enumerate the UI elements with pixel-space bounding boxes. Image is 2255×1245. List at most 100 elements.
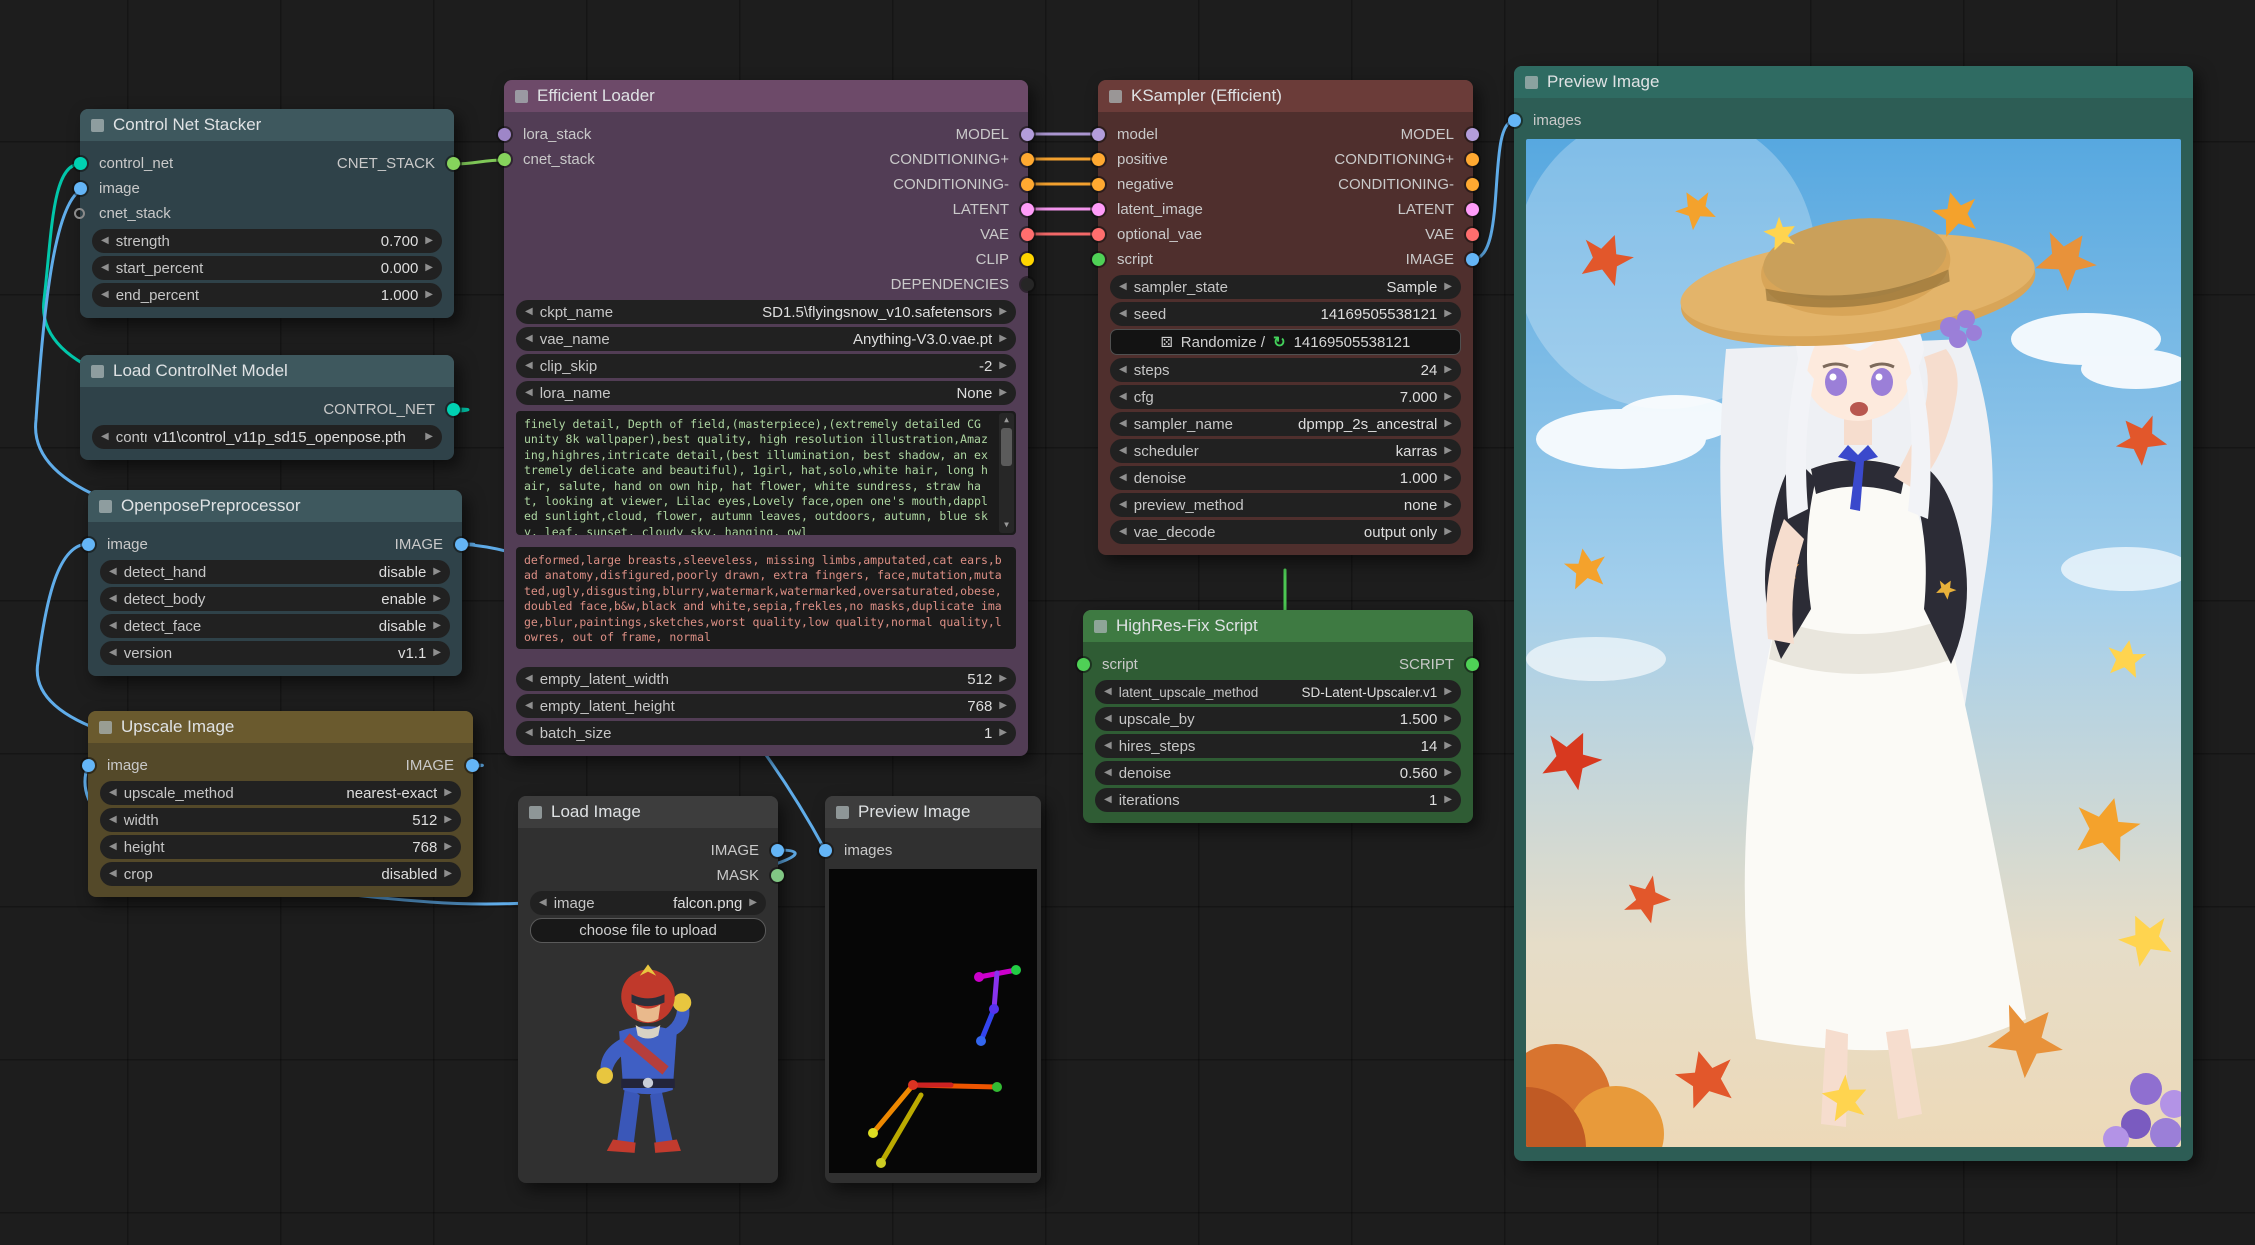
width-widget[interactable]: ◀width512▶ bbox=[100, 808, 461, 832]
empty_latent_width-widget[interactable]: ◀empty_latent_width512▶ bbox=[516, 667, 1016, 691]
collapse-icon[interactable] bbox=[1525, 76, 1538, 89]
CONDITIONING+-output-port[interactable] bbox=[1466, 153, 1479, 166]
empty_latent_height-widget[interactable]: ◀empty_latent_height768▶ bbox=[516, 694, 1016, 718]
decrement-arrow-icon[interactable]: ◀ bbox=[1119, 309, 1127, 319]
decrement-arrow-icon[interactable]: ◀ bbox=[109, 842, 117, 852]
steps-widget[interactable]: ◀steps24▶ bbox=[1110, 358, 1461, 382]
CLIP-output-port[interactable] bbox=[1021, 253, 1034, 266]
increment-arrow-icon[interactable]: ▶ bbox=[999, 388, 1007, 398]
node-highres-fix-script[interactable]: HighRes-Fix ScriptscriptSCRIPT◀latent_up… bbox=[1083, 610, 1473, 823]
node-title-bar[interactable]: Upscale Image bbox=[88, 711, 473, 743]
decrement-arrow-icon[interactable]: ◀ bbox=[525, 334, 533, 344]
decrement-arrow-icon[interactable]: ◀ bbox=[1119, 527, 1127, 537]
detect_face-widget[interactable]: ◀detect_facedisable▶ bbox=[100, 614, 450, 638]
increment-arrow-icon[interactable]: ▶ bbox=[999, 701, 1007, 711]
decrement-arrow-icon[interactable]: ◀ bbox=[1104, 768, 1112, 778]
IMAGE-output-port[interactable] bbox=[455, 538, 468, 551]
decrement-arrow-icon[interactable]: ◀ bbox=[1104, 795, 1112, 805]
increment-arrow-icon[interactable]: ▶ bbox=[433, 648, 441, 658]
cnet_stack-input-port[interactable] bbox=[74, 208, 85, 219]
decrement-arrow-icon[interactable]: ◀ bbox=[1119, 473, 1127, 483]
decrement-arrow-icon[interactable]: ◀ bbox=[109, 788, 117, 798]
node-preview-image-large[interactable]: Preview Imageimages bbox=[1514, 66, 2193, 1161]
hires_steps-widget[interactable]: ◀hires_steps14▶ bbox=[1095, 734, 1461, 758]
increment-arrow-icon[interactable]: ▶ bbox=[1444, 282, 1452, 292]
control_net-input-port[interactable] bbox=[74, 157, 87, 170]
height-widget[interactable]: ◀height768▶ bbox=[100, 835, 461, 859]
decrement-arrow-icon[interactable]: ◀ bbox=[1104, 741, 1112, 751]
CONTROL_NET-output-port[interactable] bbox=[447, 403, 460, 416]
node-efficient-loader[interactable]: Efficient Loaderlora_stackMODELcnet_stac… bbox=[504, 80, 1028, 756]
node-title-bar[interactable]: Load Image bbox=[518, 796, 778, 828]
sampler_state-widget[interactable]: ◀sampler_stateSample▶ bbox=[1110, 275, 1461, 299]
increment-arrow-icon[interactable]: ▶ bbox=[425, 432, 433, 442]
MODEL-output-port[interactable] bbox=[1021, 128, 1034, 141]
node-title-bar[interactable]: HighRes-Fix Script bbox=[1083, 610, 1473, 642]
node-openpose-preprocessor[interactable]: OpenposePreprocessorimageIMAGE◀detect_ha… bbox=[88, 490, 462, 676]
decrement-arrow-icon[interactable]: ◀ bbox=[1119, 500, 1127, 510]
sampler_name-widget[interactable]: ◀sampler_namedpmpp_2s_ancestral▶ bbox=[1110, 412, 1461, 436]
increment-arrow-icon[interactable]: ▶ bbox=[999, 728, 1007, 738]
increment-arrow-icon[interactable]: ▶ bbox=[425, 290, 433, 300]
scroll-up-icon[interactable]: ▲ bbox=[999, 414, 1014, 427]
decrement-arrow-icon[interactable]: ◀ bbox=[525, 388, 533, 398]
decrement-arrow-icon[interactable]: ◀ bbox=[109, 594, 117, 604]
increment-arrow-icon[interactable]: ▶ bbox=[1444, 527, 1452, 537]
strength-widget[interactable]: ◀strength0.700▶ bbox=[92, 229, 442, 253]
decrement-arrow-icon[interactable]: ◀ bbox=[539, 898, 547, 908]
collapse-icon[interactable] bbox=[99, 500, 112, 513]
increment-arrow-icon[interactable]: ▶ bbox=[1444, 741, 1452, 751]
decrement-arrow-icon[interactable]: ◀ bbox=[101, 432, 109, 442]
MODEL-output-port[interactable] bbox=[1466, 128, 1479, 141]
node-control-net-stacker[interactable]: Control Net Stackercontrol_netCNET_STACK… bbox=[80, 109, 454, 318]
scheduler-widget[interactable]: ◀schedulerkarras▶ bbox=[1110, 439, 1461, 463]
increment-arrow-icon[interactable]: ▶ bbox=[999, 307, 1007, 317]
scroll-down-icon[interactable]: ▼ bbox=[999, 519, 1014, 532]
preview_method-widget[interactable]: ◀preview_methodnone▶ bbox=[1110, 493, 1461, 517]
version-widget[interactable]: ◀versionv1.1▶ bbox=[100, 641, 450, 665]
denoise-widget[interactable]: ◀denoise1.000▶ bbox=[1110, 466, 1461, 490]
increment-arrow-icon[interactable]: ▶ bbox=[1444, 500, 1452, 510]
VAE-output-port[interactable] bbox=[1021, 228, 1034, 241]
collapse-icon[interactable] bbox=[91, 365, 104, 378]
node-load-image[interactable]: Load ImageIMAGEMASK◀imagefalcon.png▶choo… bbox=[518, 796, 778, 1183]
LATENT-output-port[interactable] bbox=[1021, 203, 1034, 216]
node-title-bar[interactable]: Preview Image bbox=[1514, 66, 2193, 98]
image-widget[interactable]: ◀imagefalcon.png▶ bbox=[530, 891, 766, 915]
node-title-bar[interactable]: Load ControlNet Model bbox=[80, 355, 454, 387]
increment-arrow-icon[interactable]: ▶ bbox=[999, 361, 1007, 371]
images-input-port[interactable] bbox=[1508, 114, 1521, 127]
latent_upscale_method-widget[interactable]: ◀latent_upscale_methodSD-Latent-Upscaler… bbox=[1095, 680, 1461, 704]
vae_name-widget[interactable]: ◀vae_nameAnything-V3.0.vae.pt▶ bbox=[516, 327, 1016, 351]
script-input-port[interactable] bbox=[1077, 658, 1090, 671]
collapse-icon[interactable] bbox=[529, 806, 542, 819]
cnet_stack-input-port[interactable] bbox=[498, 153, 511, 166]
decrement-arrow-icon[interactable]: ◀ bbox=[109, 621, 117, 631]
negative-input-port[interactable] bbox=[1092, 178, 1105, 191]
collapse-icon[interactable] bbox=[99, 721, 112, 734]
seed-widget[interactable]: ◀seed14169505538121▶ bbox=[1110, 302, 1461, 326]
decrement-arrow-icon[interactable]: ◀ bbox=[525, 674, 533, 684]
increment-arrow-icon[interactable]: ▶ bbox=[1444, 309, 1452, 319]
CONDITIONING--output-port[interactable] bbox=[1466, 178, 1479, 191]
control_net_name-widget[interactable]: ◀control_net_namev11\control_v11p_sd15_o… bbox=[92, 425, 442, 449]
CNET_STACK-output-port[interactable] bbox=[447, 157, 460, 170]
decrement-arrow-icon[interactable]: ◀ bbox=[525, 728, 533, 738]
decrement-arrow-icon[interactable]: ◀ bbox=[101, 290, 109, 300]
increment-arrow-icon[interactable]: ▶ bbox=[1444, 419, 1452, 429]
node-title-bar[interactable]: Control Net Stacker bbox=[80, 109, 454, 141]
ckpt_name-widget[interactable]: ◀ckpt_nameSD1.5\flyingsnow_v10.safetenso… bbox=[516, 300, 1016, 324]
VAE-output-port[interactable] bbox=[1466, 228, 1479, 241]
collapse-icon[interactable] bbox=[1094, 620, 1107, 633]
decrement-arrow-icon[interactable]: ◀ bbox=[109, 869, 117, 879]
image-input-port[interactable] bbox=[74, 182, 87, 195]
node-title-bar[interactable]: KSampler (Efficient) bbox=[1098, 80, 1473, 112]
batch_size-widget[interactable]: ◀batch_size1▶ bbox=[516, 721, 1016, 745]
increment-arrow-icon[interactable]: ▶ bbox=[1444, 714, 1452, 724]
node-upscale-image[interactable]: Upscale ImageimageIMAGE◀upscale_methodne… bbox=[88, 711, 473, 897]
increment-arrow-icon[interactable]: ▶ bbox=[425, 263, 433, 273]
upscale_by-widget[interactable]: ◀upscale_by1.500▶ bbox=[1095, 707, 1461, 731]
decrement-arrow-icon[interactable]: ◀ bbox=[1104, 687, 1112, 697]
decrement-arrow-icon[interactable]: ◀ bbox=[525, 307, 533, 317]
node-load-controlnet-model[interactable]: Load ControlNet ModelCONTROL_NET◀control… bbox=[80, 355, 454, 460]
